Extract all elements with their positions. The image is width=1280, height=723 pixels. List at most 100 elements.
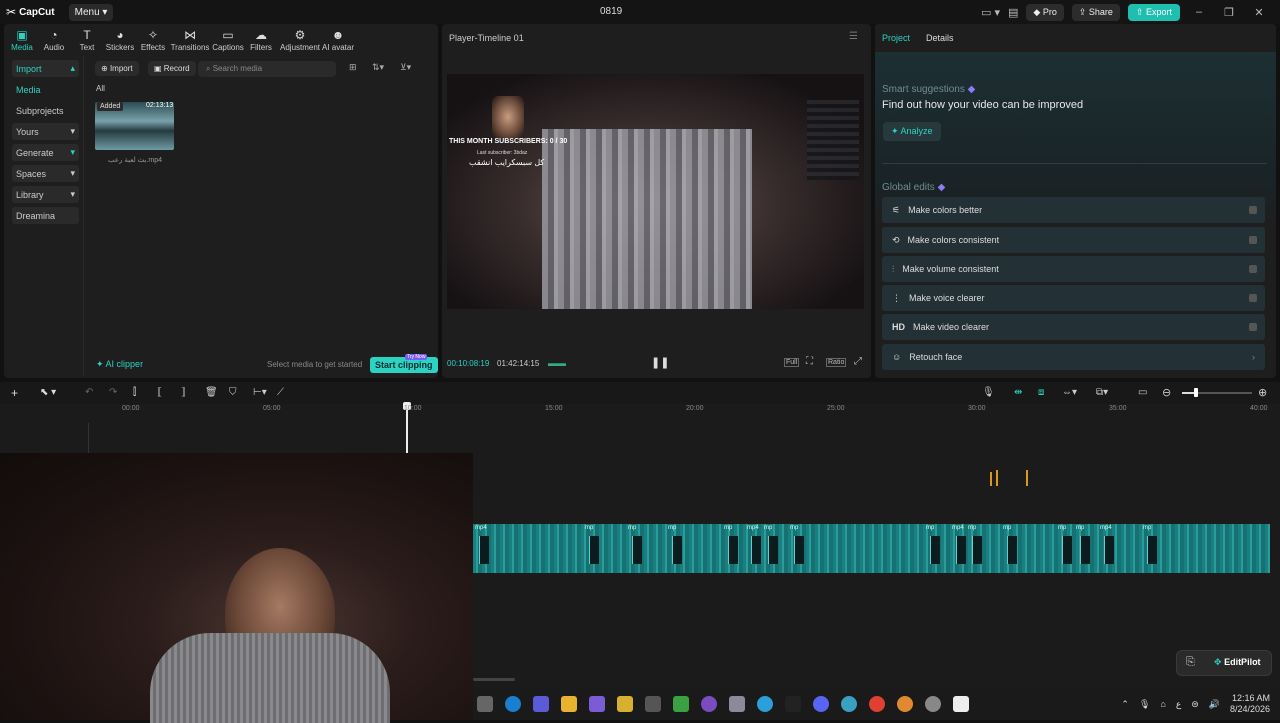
magnet-icon[interactable]: ⧈ [1038,387,1044,398]
menu-button[interactable]: Menu ▾ [68,3,114,21]
video-clip[interactable] [672,536,682,564]
toggle[interactable] [1249,294,1257,302]
close-icon[interactable]: ✕ [1248,6,1270,19]
sidebar-item-library[interactable]: Library ▾ [12,186,79,203]
select-tool-icon[interactable]: ⬉ ▾ [40,387,56,398]
start-clipping-button[interactable]: Start clipping [370,357,438,373]
toggle[interactable] [1249,265,1257,273]
audio-marker[interactable] [990,472,992,486]
video-clip[interactable] [930,536,940,564]
caption-icon[interactable]: ▭ [1138,387,1147,398]
global-edit-colors-consistent[interactable]: ⟲ Make colors consistent [882,227,1265,253]
video-clip[interactable] [751,536,761,564]
chrome-icon[interactable] [869,696,885,712]
split-icon[interactable]: ⫿ [133,387,136,398]
video-clip[interactable] [479,536,489,564]
discord-icon[interactable] [813,696,829,712]
loop-icon[interactable] [589,696,605,712]
zoom-out-icon[interactable]: ⊖ [1162,386,1171,399]
search-input[interactable]: ⌕ Search media [198,61,336,77]
analyze-button[interactable]: ✦ Analyze [883,122,941,141]
link-icon[interactable]: ⇹ [1014,387,1022,398]
sidebar-item-yours[interactable]: Yours ▾ [12,123,79,140]
tab-effects[interactable]: ✧ Effects [133,28,173,52]
global-edit-voice-clearer[interactable]: ⋮ Make voice clearer [882,285,1265,311]
microphone-icon[interactable]: 🎙 [982,387,995,398]
tab-details[interactable]: Details [926,33,954,43]
video-clip[interactable] [1147,536,1157,564]
chrome-canary-icon[interactable] [897,696,913,712]
toggle[interactable] [1249,323,1257,331]
video-clip[interactable] [972,536,982,564]
network-icon[interactable]: ⌂ [1160,699,1165,709]
freeze-icon[interactable]: ⊢▾ [253,387,267,398]
volume-icon[interactable]: 🔊 [1209,699,1220,710]
horizontal-scrollbar[interactable] [473,678,515,681]
video-clip[interactable] [1104,536,1114,564]
delete-icon[interactable]: 🗑 [205,387,218,398]
pause-button[interactable]: ❚❚ [651,356,669,369]
ratio-button[interactable]: Ratio [826,358,847,367]
tab-project[interactable]: Project [882,33,910,43]
maximize-icon[interactable]: ❐ [1218,6,1240,19]
share-button[interactable]: ⇪ Share [1071,3,1120,21]
export-button[interactable]: ⇧ Export [1127,3,1180,21]
video-preview[interactable]: THIS MONTH SUBSCRIBERS: 0 / 30 Last subs… [447,74,864,309]
store-icon[interactable] [617,696,633,712]
tab-transitions[interactable]: ⋈ Transitions [170,28,210,52]
video-clip[interactable] [632,536,642,564]
global-edit-retouch-face[interactable]: ☺ Retouch face › [882,344,1265,370]
ai-clipper-button[interactable]: ✦ AI clipper [96,359,143,370]
unity-icon[interactable] [645,696,661,712]
video-clip[interactable] [768,536,778,564]
snap-icon[interactable]: ⧉▾ [1096,387,1108,398]
tab-ai-avatar[interactable]: ☻ AI avatar [318,28,358,52]
vpn-icon[interactable] [729,696,745,712]
audio-marker[interactable] [1026,470,1028,486]
video-clip[interactable] [1007,536,1017,564]
snapshot-icon[interactable]: ⛶ [806,356,813,367]
minecraft-icon[interactable] [673,696,689,712]
redo-icon[interactable]: ↷ [109,387,117,398]
import-button[interactable]: ⊕ Import [95,61,139,76]
obs-icon[interactable] [925,696,941,712]
editpilot-button[interactable]: ✥ EditPilot [1214,657,1261,668]
toggle[interactable] [1249,236,1257,244]
sidebar-item-generate[interactable]: Generate ▾ [12,144,79,161]
layout-icon[interactable]: ▭ ▾ [981,6,1000,19]
tiktok-icon[interactable] [785,696,801,712]
pro-button[interactable]: ◆ Pro [1026,3,1064,21]
filter-icon[interactable]: ⊻▾ [400,62,411,73]
sort-icon[interactable]: ⇅▾ [372,62,384,73]
zoom-in-icon[interactable]: ⊕ [1258,386,1267,399]
fullscreen-icon[interactable]: ⤢ [854,356,862,367]
language-indicator[interactable]: ع [1176,699,1181,710]
record-button[interactable]: ▣ Record [148,61,196,76]
undo-icon[interactable]: ↶ [85,387,93,398]
split-left-icon[interactable]: ⟦ [157,387,162,398]
file-explorer-icon[interactable] [561,696,577,712]
global-edit-volume-consistent[interactable]: ⫶ Make volume consistent [882,256,1265,282]
video-clip[interactable] [794,536,804,564]
video-clip[interactable] [1062,536,1072,564]
add-icon[interactable]: + [11,386,18,400]
view-toggle-icon[interactable]: ⊞ [349,62,357,73]
sidebar-item-import[interactable]: Import ▴ [12,60,79,77]
microphone-icon[interactable]: 🎙 [1139,699,1150,710]
split-right-icon[interactable]: ⟧ [181,387,186,398]
shield-icon[interactable]: ⛉ [229,387,237,398]
chevron-up-icon[interactable]: ⌃ [1121,699,1129,710]
full-quality-button[interactable]: Full [784,358,800,367]
audio-marker[interactable] [996,470,998,486]
telegram-icon[interactable] [757,696,773,712]
toggle[interactable] [1249,206,1257,214]
browser-icon[interactable] [841,696,857,712]
filter-all[interactable]: All [96,84,105,93]
edge-icon[interactable] [505,696,521,712]
copilot-icon[interactable] [533,696,549,712]
clock[interactable]: 12:16 AM 8/24/2026 [1230,693,1270,715]
sidebar-item-spaces[interactable]: Spaces ▾ [12,165,79,182]
sidebar-item-dreamina[interactable]: Dreamina [12,207,79,224]
zoom-slider-handle[interactable] [1194,388,1198,397]
minimize-icon[interactable]: – [1188,6,1210,18]
